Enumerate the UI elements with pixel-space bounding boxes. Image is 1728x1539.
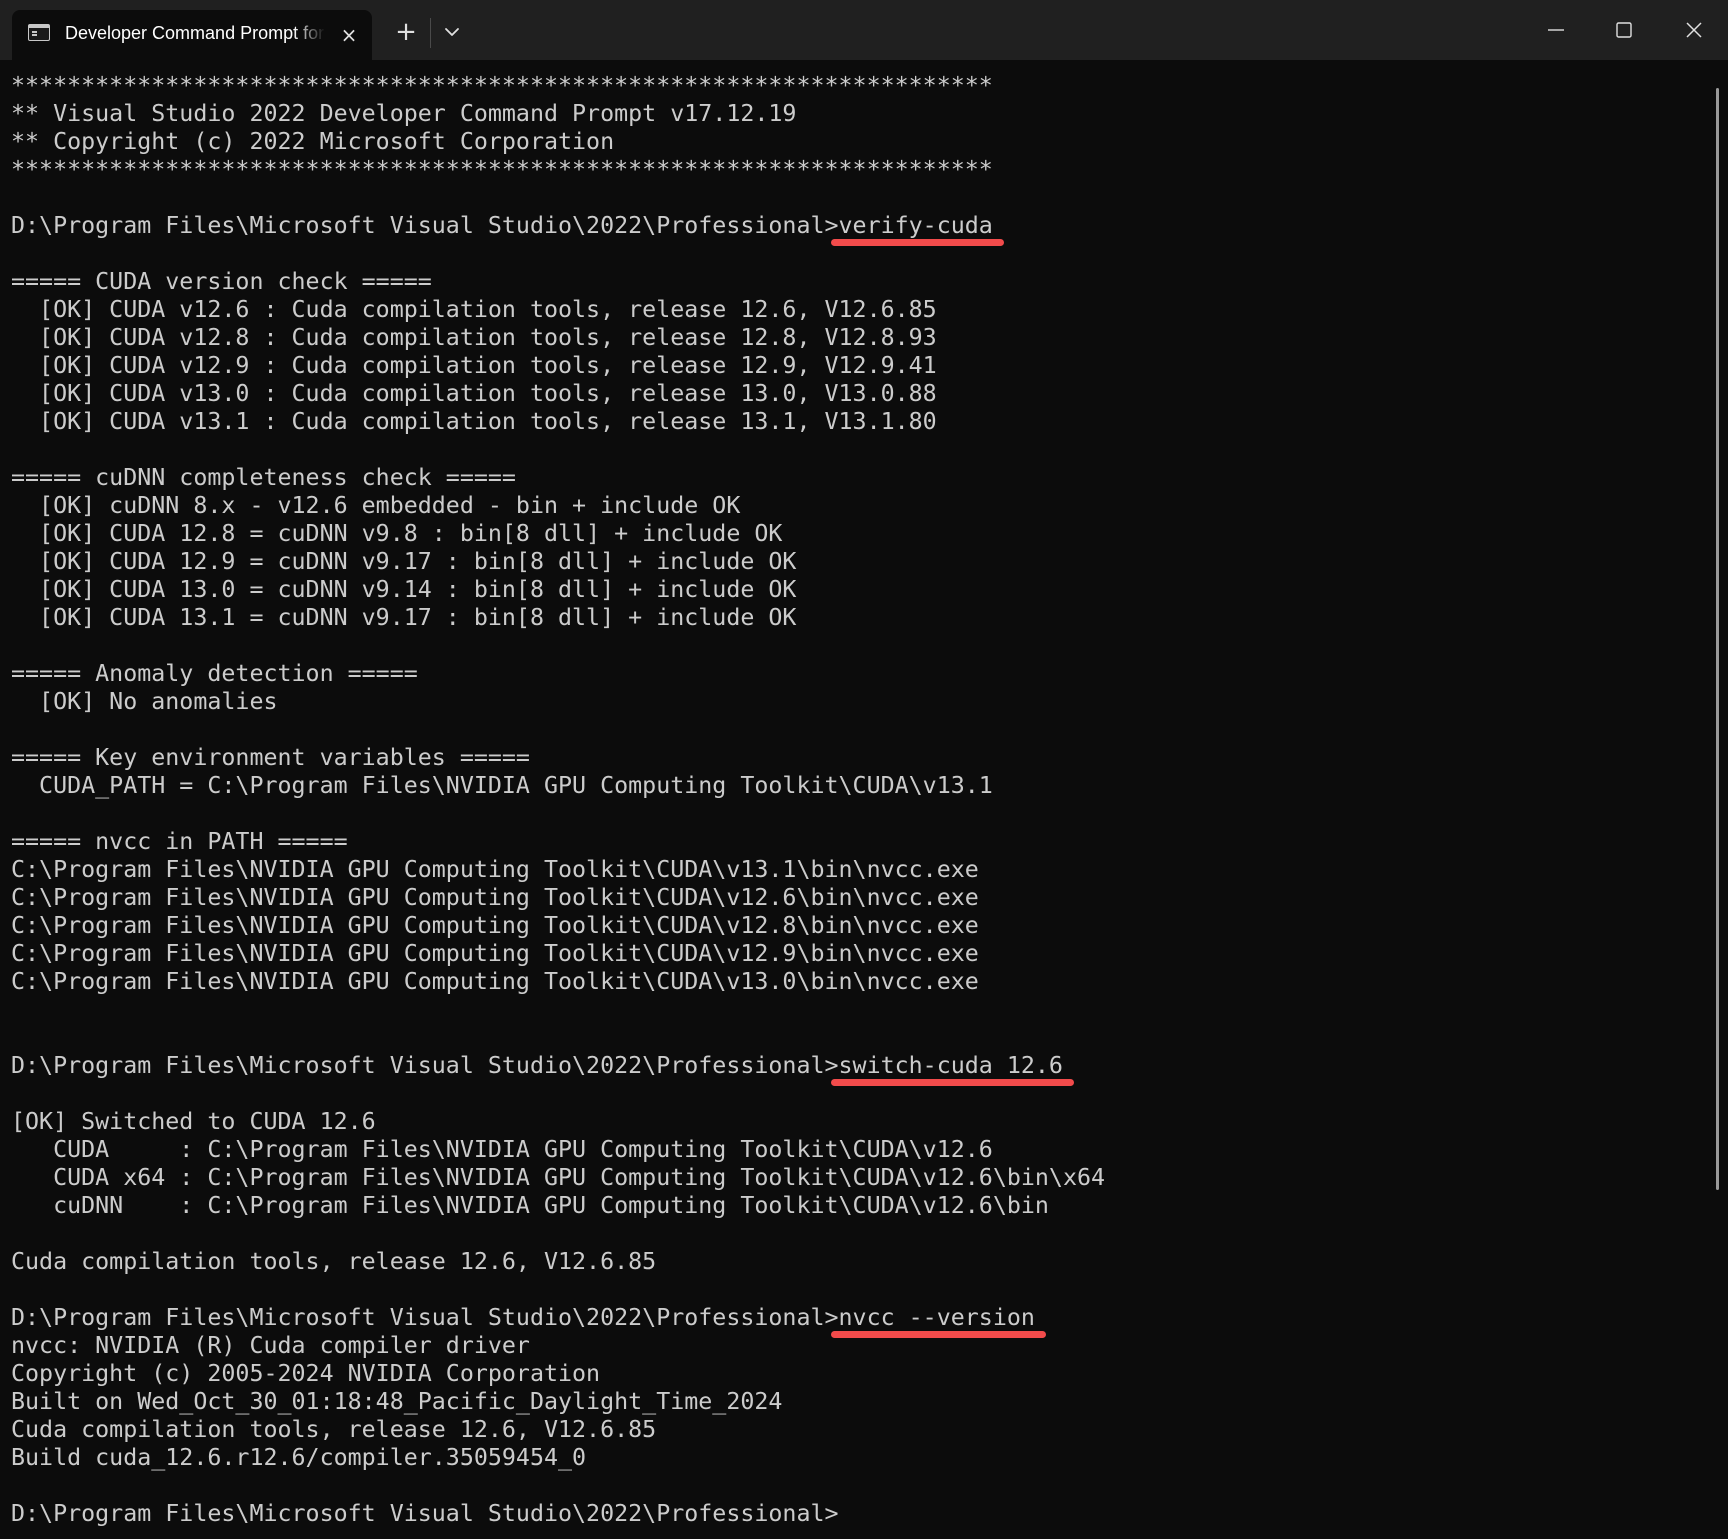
minimize-button[interactable] <box>1522 0 1590 60</box>
close-window-button[interactable] <box>1660 0 1728 60</box>
output-line: [OK] CUDA v13.0 : Cuda compilation tools… <box>11 380 937 407</box>
tab-dropdown-button[interactable] <box>440 20 464 44</box>
output-line: C:\Program Files\NVIDIA GPU Computing To… <box>11 912 979 939</box>
prompt-path: D:\Program Files\Microsoft Visual Studio… <box>11 1500 839 1527</box>
title-bar: Developer Command Prompt for VS 2022 × + <box>0 0 1728 60</box>
output-line: ===== nvcc in PATH ===== <box>11 828 348 855</box>
output-line: [OK] CUDA v12.9 : Cuda compilation tools… <box>11 352 937 379</box>
typed-command: verify-cuda <box>838 212 993 239</box>
output-line: C:\Program Files\NVIDIA GPU Computing To… <box>11 884 979 911</box>
chevron-down-icon <box>445 28 459 36</box>
output-line: Cuda compilation tools, release 12.6, V1… <box>11 1416 657 1443</box>
output-line: ===== cuDNN completeness check ===== <box>11 464 516 491</box>
output-line: [OK] CUDA 12.9 = cuDNN v9.17 : bin[8 dll… <box>11 548 797 575</box>
terminal-output[interactable]: ****************************************… <box>11 72 1701 1539</box>
output-line: cuDNN : C:\Program Files\NVIDIA GPU Comp… <box>11 1192 1049 1219</box>
output-line: [OK] CUDA v12.6 : Cuda compilation tools… <box>11 296 937 323</box>
output-line: CUDA x64 : C:\Program Files\NVIDIA GPU C… <box>11 1164 1106 1191</box>
output-line: Copyright (c) 2005-2024 NVIDIA Corporati… <box>11 1360 601 1387</box>
output-line: [OK] cuDNN 8.x - v12.6 embedded - bin + … <box>11 492 741 519</box>
command-highlight-underline <box>831 239 1004 246</box>
output-line: C:\Program Files\NVIDIA GPU Computing To… <box>11 856 979 883</box>
tab-developer-command-prompt[interactable]: Developer Command Prompt for VS 2022 × <box>12 10 372 60</box>
terminal-icon <box>28 24 50 41</box>
output-line: [OK] CUDA 13.0 = cuDNN v9.14 : bin[8 dll… <box>11 576 797 603</box>
output-line: ** Visual Studio 2022 Developer Command … <box>11 100 797 127</box>
prompt-line: D:\Program Files\Microsoft Visual Studio… <box>11 1052 1063 1080</box>
output-line: [OK] CUDA v13.1 : Cuda compilation tools… <box>11 408 937 435</box>
output-line: nvcc: NVIDIA (R) Cuda compiler driver <box>11 1332 530 1359</box>
prompt-path: D:\Program Files\Microsoft Visual Studio… <box>11 1304 839 1331</box>
output-line: [OK] Switched to CUDA 12.6 <box>11 1108 376 1135</box>
command-highlight-underline <box>831 1079 1075 1086</box>
output-line: [OK] No anomalies <box>11 688 278 715</box>
output-line: ****************************************… <box>11 156 993 183</box>
terminal-window: Developer Command Prompt for VS 2022 × + <box>0 0 1728 1539</box>
typed-command: switch-cuda 12.6 <box>838 1052 1063 1079</box>
command-highlight-underline <box>831 1331 1047 1338</box>
output-line: Built on Wed_Oct_30_01:18:48_Pacific_Day… <box>11 1388 783 1415</box>
output-line: CUDA_PATH = C:\Program Files\NVIDIA GPU … <box>11 772 993 799</box>
prompt-path: D:\Program Files\Microsoft Visual Studio… <box>11 212 839 239</box>
output-line: ===== Anomaly detection ===== <box>11 660 418 687</box>
close-tab-button[interactable]: × <box>338 24 360 46</box>
minimize-icon <box>1548 29 1564 31</box>
output-line: CUDA : C:\Program Files\NVIDIA GPU Compu… <box>11 1136 993 1163</box>
tab-title: Developer Command Prompt for VS 2022 <box>65 23 325 43</box>
maximize-icon <box>1616 22 1632 38</box>
output-line: ===== Key environment variables ===== <box>11 744 530 771</box>
output-line: Build cuda_12.6.r12.6/compiler.35059454_… <box>11 1444 587 1471</box>
typed-command: nvcc --version <box>838 1304 1035 1331</box>
output-line: ** Copyright (c) 2022 Microsoft Corporat… <box>11 128 615 155</box>
maximize-button[interactable] <box>1590 0 1658 60</box>
output-line: ****************************************… <box>11 72 993 99</box>
output-line: ===== CUDA version check ===== <box>11 268 432 295</box>
output-line: [OK] CUDA v12.8 : Cuda compilation tools… <box>11 324 937 351</box>
prompt-line: D:\Program Files\Microsoft Visual Studio… <box>11 212 993 240</box>
output-line: [OK] CUDA 13.1 = cuDNN v9.17 : bin[8 dll… <box>11 604 797 631</box>
scrollbar[interactable] <box>1716 88 1719 1190</box>
new-tab-button[interactable]: + <box>392 18 420 46</box>
output-line: [OK] CUDA 12.8 = cuDNN v9.8 : bin[8 dll]… <box>11 520 783 547</box>
output-line: Cuda compilation tools, release 12.6, V1… <box>11 1248 657 1275</box>
prompt-line: D:\Program Files\Microsoft Visual Studio… <box>11 1500 839 1528</box>
output-line: C:\Program Files\NVIDIA GPU Computing To… <box>11 968 979 995</box>
output-line: C:\Program Files\NVIDIA GPU Computing To… <box>11 940 979 967</box>
tab-separator <box>430 18 431 48</box>
prompt-path: D:\Program Files\Microsoft Visual Studio… <box>11 1052 839 1079</box>
close-icon <box>1686 22 1702 38</box>
prompt-line: D:\Program Files\Microsoft Visual Studio… <box>11 1304 1035 1332</box>
